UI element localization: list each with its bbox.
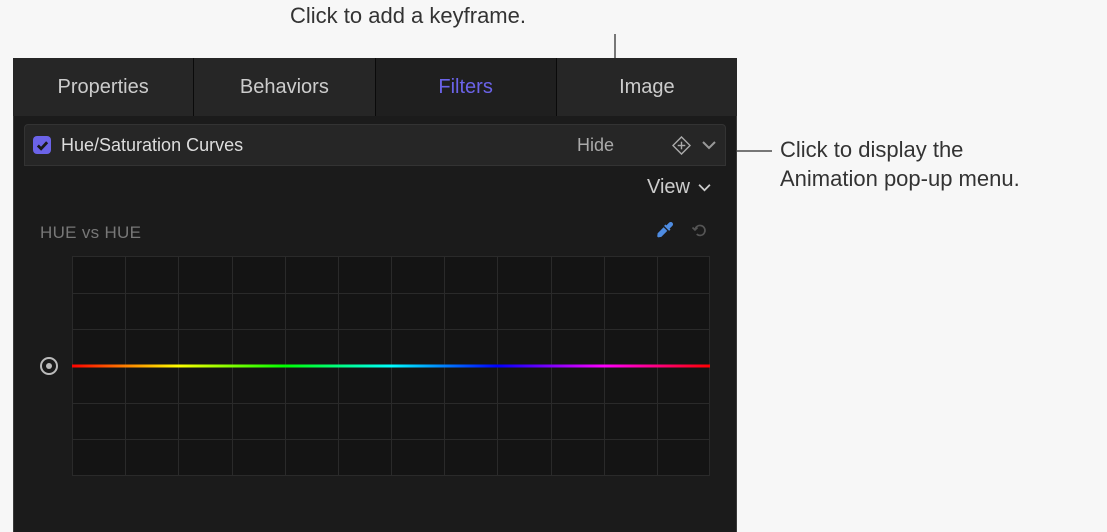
curve-point-indicator[interactable]: [40, 357, 58, 375]
check-icon: [36, 139, 49, 152]
hide-button[interactable]: Hide: [577, 135, 614, 156]
hue-curve-line[interactable]: [72, 365, 710, 368]
curve-grid[interactable]: [72, 256, 710, 476]
tab-filters[interactable]: Filters: [375, 58, 556, 116]
undo-arrow-icon: [690, 220, 710, 240]
callout-keyframe-text: Click to add a keyframe.: [290, 2, 526, 31]
curve-label: HUE vs HUE: [40, 223, 141, 243]
animation-menu-button[interactable]: [701, 140, 717, 150]
tab-label: Properties: [58, 76, 149, 99]
chevron-down-icon: [701, 140, 717, 150]
tab-label: Filters: [438, 76, 492, 99]
filter-title: Hue/Saturation Curves: [61, 135, 577, 156]
callout-animation-text: Click to display the Animation pop-up me…: [780, 136, 1020, 193]
filter-enabled-checkbox[interactable]: [33, 136, 51, 154]
tab-behaviors[interactable]: Behaviors: [193, 58, 374, 116]
curve-editor: [36, 256, 714, 476]
tab-label: Image: [619, 76, 675, 99]
view-popup[interactable]: View: [647, 176, 712, 199]
curve-header: HUE vs HUE: [36, 209, 714, 256]
view-popup-label: View: [647, 176, 690, 199]
curve-section: HUE vs HUE: [24, 205, 726, 488]
filter-section-header: Hue/Saturation Curves Hide: [24, 124, 726, 166]
tab-image[interactable]: Image: [556, 58, 737, 116]
inspector-tabs: Properties Behaviors Filters Image: [13, 58, 737, 116]
view-row: View: [24, 166, 726, 205]
chevron-down-icon: [697, 183, 712, 192]
tab-properties[interactable]: Properties: [13, 58, 193, 116]
inspector-panel: Properties Behaviors Filters Image Hue/S…: [13, 58, 737, 532]
eyedropper-icon: [654, 219, 676, 241]
inspector-body: Hue/Saturation Curves Hide View: [13, 116, 737, 532]
curve-tools: [654, 219, 710, 246]
add-keyframe-button[interactable]: [672, 136, 691, 155]
reset-curve-button[interactable]: [690, 220, 710, 245]
tab-label: Behaviors: [240, 76, 329, 99]
keyframe-diamond-icon: [672, 136, 691, 155]
eyedropper-button[interactable]: [654, 219, 676, 246]
